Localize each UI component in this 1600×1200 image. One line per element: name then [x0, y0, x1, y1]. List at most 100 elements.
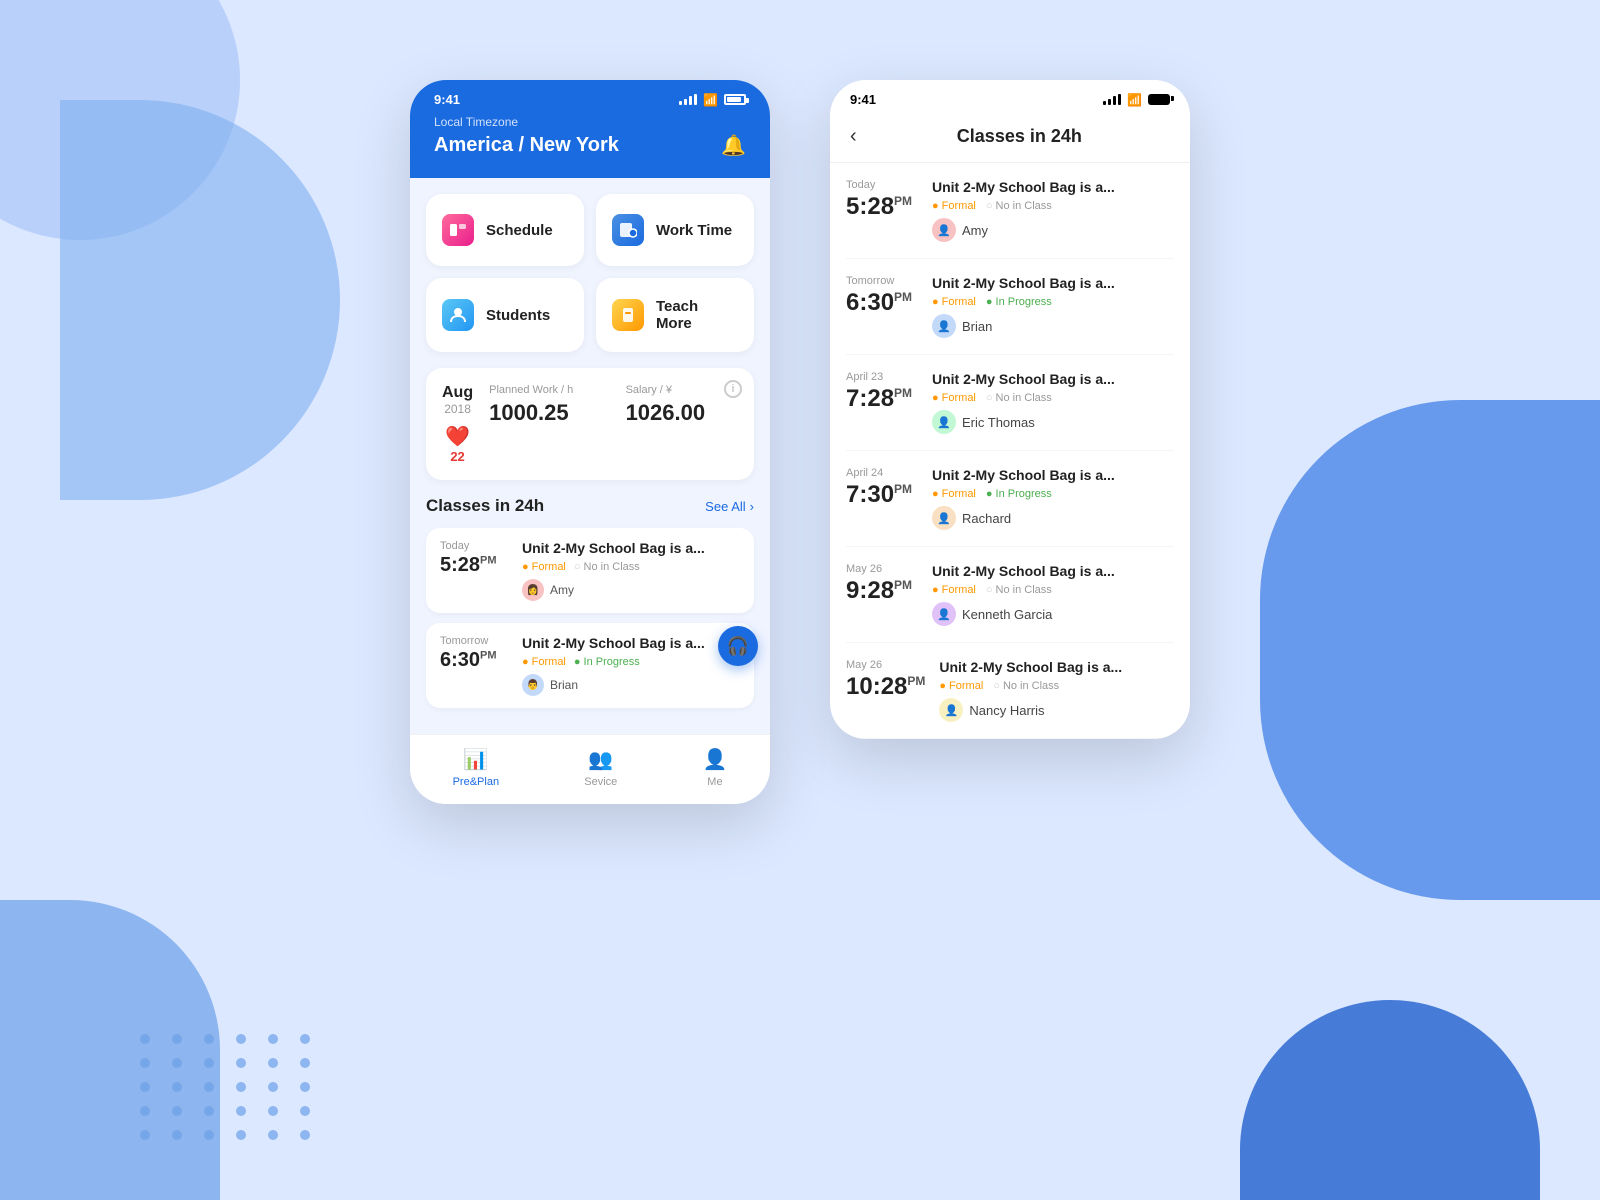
tags-right-4: ● Formal ○ No in Class: [932, 584, 1174, 596]
tag-formal-right-3: ● Formal: [932, 488, 976, 500]
bell-icon[interactable]: 🔔: [721, 133, 746, 158]
stat-col-work: Planned Work / h 1000.25: [489, 384, 601, 426]
class-unit-0: Unit 2-My School Bag is a...: [522, 540, 740, 556]
tag-formal-right-0: ● Formal: [932, 200, 976, 212]
tag-formal-1: Formal: [522, 656, 566, 668]
wifi-icon-left: 📶: [703, 93, 718, 107]
avatar-right-2: 👤: [932, 410, 956, 434]
nav-header-right: ‹ Classes in 24h: [850, 115, 1170, 162]
day-right-5: May 26: [846, 659, 925, 671]
day-right-2: April 23: [846, 371, 918, 383]
class-teacher-1: 👨 Brian: [522, 674, 740, 696]
info-right-1: Unit 2-My School Bag is a... ● Formal ● …: [932, 275, 1174, 338]
bg-dots: [140, 1034, 318, 1140]
teacher-name-right-4: Kenneth Garcia: [962, 607, 1052, 622]
nav-icon-me: 👤: [702, 747, 727, 772]
time-col-right-4: May 26 9:28PM: [846, 563, 918, 626]
back-button[interactable]: ‹: [850, 125, 857, 148]
stats-numbers: Planned Work / h 1000.25 Salary / ¥ 1026…: [489, 384, 738, 426]
stat-work-label: Planned Work / h: [489, 384, 601, 396]
teacher-right-0: 👤 Amy: [932, 218, 1174, 242]
class-item-right-1[interactable]: Tomorrow 6:30PM Unit 2-My School Bag is …: [846, 259, 1174, 355]
wifi-icon-right: 📶: [1127, 93, 1142, 107]
class-day-1: Tomorrow: [440, 635, 510, 647]
teacher-name-right-3: Rachard: [962, 511, 1011, 526]
time-col-right-5: May 26 10:28PM: [846, 659, 925, 722]
phone-body: Schedule Work Time: [410, 178, 770, 734]
worktime-label: Work Time: [656, 222, 732, 239]
time-right-0: 5:28PM: [846, 193, 918, 221]
class-item-right-0[interactable]: Today 5:28PM Unit 2-My School Bag is a..…: [846, 163, 1174, 259]
teacher-name-right-1: Brian: [962, 319, 992, 334]
phone-header-blue: 9:41 📶 Local Timezone America / Ne: [410, 80, 770, 178]
time-right-2: 7:28PM: [846, 385, 918, 413]
day-right-0: Today: [846, 179, 918, 191]
schedule-label: Schedule: [486, 222, 553, 239]
info-icon[interactable]: i: [724, 380, 742, 398]
worktime-icon: [612, 214, 644, 246]
bottom-nav: 📊 Pre&Plan 👥 Sevice 👤 Me: [410, 734, 770, 804]
month-block: Aug 2018 ❤️ 22: [442, 384, 473, 464]
avatar-right-3: 👤: [932, 506, 956, 530]
menu-card-schedule[interactable]: Schedule: [426, 194, 584, 266]
time-right-5: 10:28PM: [846, 673, 925, 701]
timezone-value: America / New York: [434, 134, 619, 157]
teacher-avatar-1: 👨: [522, 674, 544, 696]
tag-no-class-right-2: ○ No in Class: [986, 392, 1052, 404]
class-item-right-3[interactable]: April 24 7:30PM Unit 2-My School Bag is …: [846, 451, 1174, 547]
tags-right-2: ● Formal ○ No in Class: [932, 392, 1174, 404]
class-time-0: 5:28PM: [440, 554, 510, 577]
class-time-1: 6:30PM: [440, 649, 510, 672]
day-right-1: Tomorrow: [846, 275, 918, 287]
time-col-right-1: Tomorrow 6:30PM: [846, 275, 918, 338]
info-right-5: Unit 2-My School Bag is a... ● Formal ○ …: [939, 659, 1174, 722]
nav-label-service: Sevice: [584, 776, 617, 788]
nav-label-pre-plan: Pre&Plan: [453, 776, 499, 788]
fab-headset[interactable]: 🎧: [718, 626, 758, 666]
teacher-name-right-2: Eric Thomas: [962, 415, 1035, 430]
class-day-0: Today: [440, 540, 510, 552]
page-title-right: Classes in 24h: [869, 126, 1170, 147]
time-right-1: 6:30PM: [846, 289, 918, 317]
classes-title: Classes in 24h: [426, 496, 544, 516]
nav-item-me[interactable]: 👤 Me: [702, 747, 727, 788]
avatar-right-0: 👤: [932, 218, 956, 242]
tag-formal-right-5: ● Formal: [939, 680, 983, 692]
class-teacher-0: 👩 Amy: [522, 579, 740, 601]
timezone-row: America / New York 🔔: [434, 133, 746, 158]
heart-num: 22: [450, 449, 464, 464]
tag-in-progress-1: In Progress: [574, 656, 640, 668]
class-tags-0: Formal No in Class: [522, 561, 740, 573]
menu-card-worktime[interactable]: Work Time: [596, 194, 754, 266]
class-item-right-4[interactable]: May 26 9:28PM Unit 2-My School Bag is a.…: [846, 547, 1174, 643]
stats-card: i Aug 2018 ❤️ 22 Planned Work / h 1000.: [426, 368, 754, 480]
class-unit-1: Unit 2-My School Bag is a...: [522, 635, 740, 651]
menu-grid: Schedule Work Time: [426, 194, 754, 352]
class-tags-1: Formal In Progress: [522, 656, 740, 668]
class-item-0[interactable]: Today 5:28PM Unit 2-My School Bag is a..…: [426, 528, 754, 613]
signal-bar-2: [684, 99, 687, 105]
class-item-right-2[interactable]: April 23 7:28PM Unit 2-My School Bag is …: [846, 355, 1174, 451]
class-time-col-1: Tomorrow 6:30PM: [440, 635, 510, 672]
avatar-right-4: 👤: [932, 602, 956, 626]
nav-item-pre-plan[interactable]: 📊 Pre&Plan: [453, 747, 499, 788]
see-all-link[interactable]: See All ›: [705, 499, 754, 514]
class-item-right-5[interactable]: May 26 10:28PM Unit 2-My School Bag is a…: [846, 643, 1174, 739]
time-right: 9:41: [850, 92, 876, 107]
time-col-right-2: April 23 7:28PM: [846, 371, 918, 434]
menu-card-teachmore[interactable]: Teach More: [596, 278, 754, 352]
menu-card-students[interactable]: Students: [426, 278, 584, 352]
unit-right-3: Unit 2-My School Bag is a...: [932, 467, 1174, 483]
bg-arc-left: [60, 100, 340, 500]
signal-bars-left: [679, 94, 697, 105]
unit-right-1: Unit 2-My School Bag is a...: [932, 275, 1174, 291]
info-right-0: Unit 2-My School Bag is a... ● Formal ○ …: [932, 179, 1174, 242]
class-item-1[interactable]: Tomorrow 6:30PM Unit 2-My School Bag is …: [426, 623, 754, 708]
info-right-4: Unit 2-My School Bag is a... ● Formal ○ …: [932, 563, 1174, 626]
nav-item-service[interactable]: 👥 Sevice: [584, 747, 617, 788]
phones-wrapper: 9:41 📶 Local Timezone America / Ne: [410, 80, 1190, 804]
signal-bars-right: [1103, 94, 1121, 105]
class-info-0: Unit 2-My School Bag is a... Formal No i…: [522, 540, 740, 601]
nav-label-me: Me: [707, 776, 722, 788]
teacher-right-1: 👤 Brian: [932, 314, 1174, 338]
